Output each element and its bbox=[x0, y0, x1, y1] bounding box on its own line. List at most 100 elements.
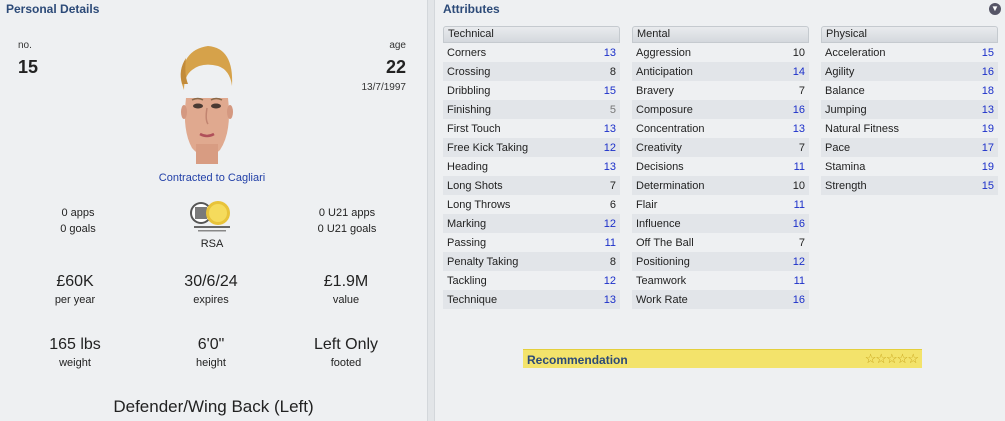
attribute-name: Anticipation bbox=[636, 65, 693, 78]
attribute-row[interactable]: Technique 13 bbox=[443, 290, 620, 309]
attribute-row[interactable]: Free Kick Taking 12 bbox=[443, 138, 620, 157]
attribute-row[interactable]: Concentration 13 bbox=[632, 119, 809, 138]
footed-block: Left Only footed bbox=[286, 335, 406, 371]
attribute-value: 16 bbox=[981, 65, 994, 78]
attribute-row[interactable]: Balance 18 bbox=[821, 81, 998, 100]
panel-divider[interactable] bbox=[427, 0, 435, 421]
wage-label: per year bbox=[54, 294, 96, 306]
attribute-row[interactable]: Heading 13 bbox=[443, 157, 620, 176]
attribute-row[interactable]: Marking 12 bbox=[443, 214, 620, 233]
attribute-row[interactable]: Dribbling 15 bbox=[443, 81, 620, 100]
attribute-row[interactable]: Influence 16 bbox=[632, 214, 809, 233]
attribute-row[interactable]: Jumping 13 bbox=[821, 100, 998, 119]
attribute-name: Finishing bbox=[447, 103, 492, 116]
player-face-image bbox=[172, 40, 240, 164]
attribute-value: 19 bbox=[981, 160, 994, 173]
apps-block: 0 apps 0 goals bbox=[28, 205, 128, 237]
attribute-value: 12 bbox=[792, 255, 805, 268]
attribute-row[interactable]: Off The Ball 7 bbox=[632, 233, 809, 252]
attribute-name: First Touch bbox=[447, 122, 501, 135]
attribute-row[interactable]: Tackling 12 bbox=[443, 271, 620, 290]
attribute-row[interactable]: Acceleration 15 bbox=[821, 43, 998, 62]
wage-value: £60K bbox=[56, 273, 94, 290]
attribute-row[interactable]: Flair 11 bbox=[632, 195, 809, 214]
attribute-row[interactable]: Creativity 7 bbox=[632, 138, 809, 157]
attribute-row[interactable]: Natural Fitness 19 bbox=[821, 119, 998, 138]
weight-block: 165 lbs weight bbox=[25, 335, 125, 371]
attribute-name: Flair bbox=[636, 198, 658, 211]
attribute-name: Concentration bbox=[636, 122, 705, 135]
attributes-title: Attributes bbox=[443, 2, 500, 16]
attribute-row[interactable]: Pace 17 bbox=[821, 138, 998, 157]
attribute-row[interactable]: Positioning 12 bbox=[632, 252, 809, 271]
nation-code: RSA bbox=[200, 238, 224, 250]
contract-club-link[interactable]: Contracted to Cagliari bbox=[112, 172, 312, 184]
nation-badge-icon[interactable] bbox=[188, 199, 236, 235]
attribute-row[interactable]: Passing 11 bbox=[443, 233, 620, 252]
attributes-panel: Attributes ▼ Technical Corners 13 Crossing… bbox=[435, 0, 1005, 421]
number-value: 15 bbox=[18, 57, 39, 77]
u21-apps-block: 0 U21 apps 0 U21 goals bbox=[296, 205, 398, 237]
attribute-name: Free Kick Taking bbox=[447, 141, 529, 154]
attribute-value: 7 bbox=[798, 84, 805, 97]
u21-apps-count: 0 U21 apps bbox=[318, 207, 376, 219]
weight-label: weight bbox=[59, 357, 91, 369]
technical-header: Technical bbox=[443, 26, 620, 43]
attribute-value: 16 bbox=[792, 103, 805, 116]
attribute-row[interactable]: Teamwork 11 bbox=[632, 271, 809, 290]
attribute-name: Bravery bbox=[636, 84, 674, 97]
apps-count: 0 apps bbox=[61, 207, 95, 219]
attribute-row[interactable]: Anticipation 14 bbox=[632, 62, 809, 81]
attribute-value: 11 bbox=[793, 274, 805, 287]
attribute-row[interactable]: First Touch 13 bbox=[443, 119, 620, 138]
attribute-value: 14 bbox=[792, 65, 805, 78]
attribute-name: Strength bbox=[825, 179, 867, 192]
height-block: 6'0" height bbox=[161, 335, 261, 371]
attribute-name: Long Shots bbox=[447, 179, 503, 192]
attribute-row[interactable]: Aggression 10 bbox=[632, 43, 809, 62]
physical-header: Physical bbox=[821, 26, 998, 43]
attribute-name: Passing bbox=[447, 236, 487, 249]
attribute-value: 8 bbox=[609, 65, 616, 78]
attribute-value: 17 bbox=[981, 141, 994, 154]
expires-block: 30/6/24 expires bbox=[161, 272, 261, 308]
attribute-row[interactable]: Agility 16 bbox=[821, 62, 998, 81]
attribute-value: 7 bbox=[798, 141, 805, 154]
attribute-row[interactable]: Composure 16 bbox=[632, 100, 809, 119]
attribute-row[interactable]: Decisions 11 bbox=[632, 157, 809, 176]
attribute-name: Penalty Taking bbox=[447, 255, 519, 268]
attribute-row[interactable]: Stamina 19 bbox=[821, 157, 998, 176]
star-rating-icon: ☆☆☆☆☆ bbox=[864, 351, 919, 366]
recommendation-label: Recommendation bbox=[527, 353, 628, 367]
attribute-row[interactable]: Work Rate 16 bbox=[632, 290, 809, 309]
attribute-name: Balance bbox=[825, 84, 865, 97]
attribute-name: Jumping bbox=[825, 103, 867, 116]
attribute-name: Aggression bbox=[636, 46, 692, 59]
attribute-row[interactable]: Bravery 7 bbox=[632, 81, 809, 100]
attribute-row[interactable]: Penalty Taking 8 bbox=[443, 252, 620, 271]
attribute-row[interactable]: Crossing 8 bbox=[443, 62, 620, 81]
attribute-name: Heading bbox=[447, 160, 488, 173]
attribute-value: 16 bbox=[792, 293, 805, 306]
attribute-row[interactable]: Determination 10 bbox=[632, 176, 809, 195]
attribute-value: 13 bbox=[603, 160, 616, 173]
transfer-value-label: value bbox=[332, 294, 360, 306]
attribute-name: Marking bbox=[447, 217, 487, 230]
age-label: age bbox=[389, 40, 406, 51]
attribute-value: 19 bbox=[981, 122, 994, 135]
attribute-row[interactable]: Finishing 5 bbox=[443, 100, 620, 119]
attribute-value: 15 bbox=[981, 179, 994, 192]
chevron-down-icon[interactable]: ▼ bbox=[989, 3, 1001, 15]
attribute-name: Technique bbox=[447, 293, 498, 306]
age-value: 22 bbox=[385, 57, 406, 77]
personal-details-title: Personal Details bbox=[6, 2, 100, 16]
attribute-row[interactable]: Strength 15 bbox=[821, 176, 998, 195]
mental-header: Mental bbox=[632, 26, 809, 43]
recommendation-bar[interactable]: Recommendation ☆☆☆☆☆ bbox=[523, 349, 922, 368]
footed-label: footed bbox=[330, 357, 362, 369]
attribute-row[interactable]: Long Throws 6 bbox=[443, 195, 620, 214]
attribute-row[interactable]: Long Shots 7 bbox=[443, 176, 620, 195]
attribute-row[interactable]: Corners 13 bbox=[443, 43, 620, 62]
attribute-value: 18 bbox=[981, 84, 994, 97]
attribute-name: Influence bbox=[636, 217, 681, 230]
